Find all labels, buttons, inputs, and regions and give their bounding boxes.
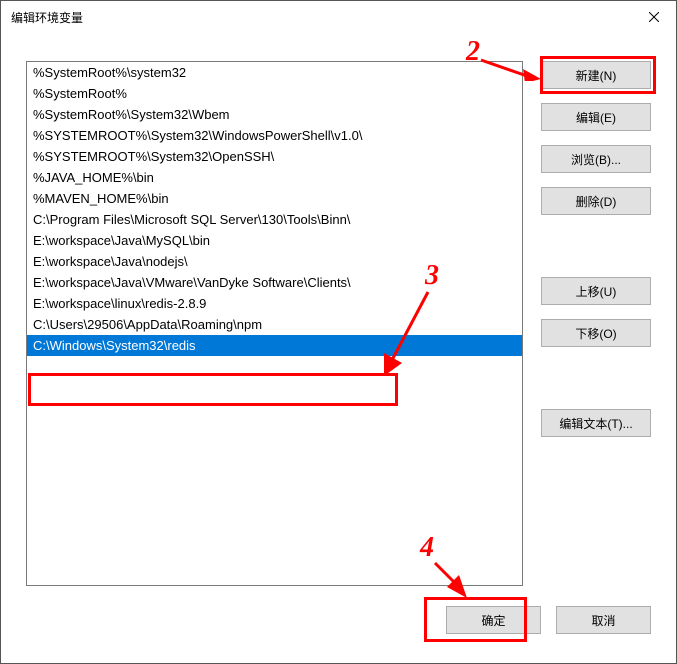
list-item[interactable]: C:\Program Files\Microsoft SQL Server\13… xyxy=(27,209,522,230)
close-button[interactable] xyxy=(631,1,676,33)
list-item[interactable]: %MAVEN_HOME%\bin xyxy=(27,188,522,209)
button-column: 新建(N) 编辑(E) 浏览(B)... 删除(D) 上移(U) 下移(O) 编… xyxy=(541,61,651,586)
list-item[interactable]: %SystemRoot% xyxy=(27,83,522,104)
dialog-body: %SystemRoot%\system32%SystemRoot%%System… xyxy=(1,33,676,663)
browse-button[interactable]: 浏览(B)... xyxy=(541,145,651,173)
button-gap-1 xyxy=(541,229,651,263)
move-up-button[interactable]: 上移(U) xyxy=(541,277,651,305)
list-item[interactable]: %SystemRoot%\System32\Wbem xyxy=(27,104,522,125)
window-title: 编辑环境变量 xyxy=(11,9,83,26)
new-button[interactable]: 新建(N) xyxy=(541,61,651,89)
button-gap-2 xyxy=(541,361,651,395)
ok-button[interactable]: 确定 xyxy=(446,606,541,634)
cancel-button[interactable]: 取消 xyxy=(556,606,651,634)
path-listbox[interactable]: %SystemRoot%\system32%SystemRoot%%System… xyxy=(26,61,523,586)
list-item[interactable]: %SYSTEMROOT%\System32\WindowsPowerShell\… xyxy=(27,125,522,146)
list-item[interactable]: C:\Users\29506\AppData\Roaming\npm xyxy=(27,314,522,335)
main-row: %SystemRoot%\system32%SystemRoot%%System… xyxy=(26,61,651,586)
list-item[interactable]: E:\workspace\Java\MySQL\bin xyxy=(27,230,522,251)
list-item[interactable]: C:\Windows\System32\redis xyxy=(27,335,522,356)
move-down-button[interactable]: 下移(O) xyxy=(541,319,651,347)
edit-button[interactable]: 编辑(E) xyxy=(541,103,651,131)
close-icon xyxy=(649,12,659,22)
list-item[interactable]: E:\workspace\linux\redis-2.8.9 xyxy=(27,293,522,314)
titlebar: 编辑环境变量 xyxy=(1,1,676,33)
list-item[interactable]: %SystemRoot%\system32 xyxy=(27,62,522,83)
list-item[interactable]: %SYSTEMROOT%\System32\OpenSSH\ xyxy=(27,146,522,167)
edit-text-button[interactable]: 编辑文本(T)... xyxy=(541,409,651,437)
list-item[interactable]: E:\workspace\Java\nodejs\ xyxy=(27,251,522,272)
list-item[interactable]: E:\workspace\Java\VMware\VanDyke Softwar… xyxy=(27,272,522,293)
footer-row: 确定 取消 xyxy=(26,606,651,634)
delete-button[interactable]: 删除(D) xyxy=(541,187,651,215)
dialog-window: 编辑环境变量 %SystemRoot%\system32%SystemRoot%… xyxy=(0,0,677,664)
list-item[interactable]: %JAVA_HOME%\bin xyxy=(27,167,522,188)
